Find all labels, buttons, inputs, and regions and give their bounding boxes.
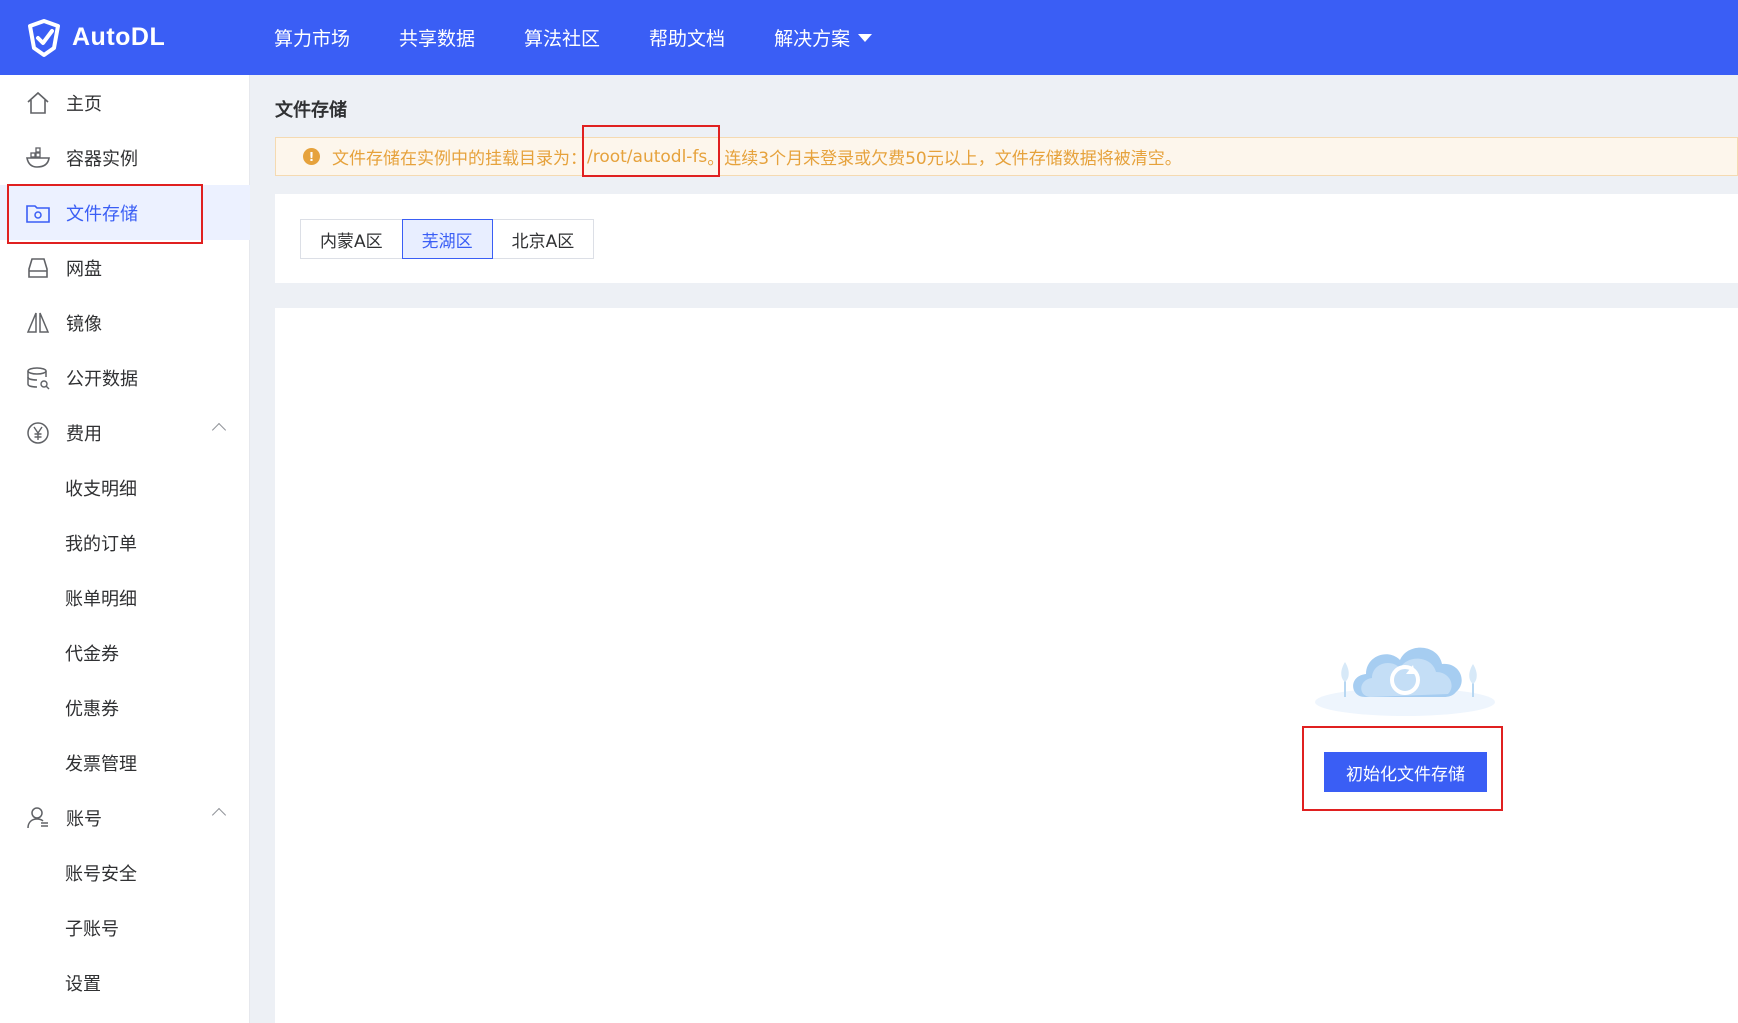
home-icon: [24, 89, 52, 117]
sidebar-item-transactions[interactable]: 收支明细: [0, 460, 250, 515]
alert-suffix: 。连续3个月未登录或欠费50元以上，文件存储数据将被清空。: [707, 149, 1182, 169]
page-title: 文件存储: [275, 100, 347, 121]
region-tab-wuhu[interactable]: 芜湖区: [401, 219, 493, 259]
sidebar-item-images[interactable]: 镜像: [0, 295, 250, 350]
sidebar-item-invoices[interactable]: 发票管理: [0, 735, 250, 790]
user-icon: [24, 804, 52, 832]
nav-help-docs[interactable]: 帮助文档: [649, 24, 725, 51]
init-file-storage-button[interactable]: 初始化文件存储: [1324, 752, 1487, 792]
region-panel: 内蒙A区 芜湖区 北京A区: [275, 194, 1738, 283]
region-tab-neimeng-a[interactable]: 内蒙A区: [300, 219, 403, 259]
sidebar-item-netdisk[interactable]: 网盘: [0, 240, 250, 295]
sidebar-item-home[interactable]: 主页: [0, 75, 250, 130]
alert-prefix: 文件存储在实例中的挂载目录为：: [332, 149, 587, 169]
chevron-up-icon[interactable]: [211, 422, 227, 438]
nav-compute-market[interactable]: 算力市场: [274, 24, 350, 51]
nav-solutions[interactable]: 解决方案: [774, 24, 873, 51]
warning-icon: !: [303, 148, 320, 165]
content-panel: [275, 308, 1738, 1023]
top-header: AutoDL 算力市场 共享数据 算法社区 帮助文档 解决方案: [0, 0, 1738, 75]
sidebar-item-account[interactable]: 账号: [0, 790, 250, 845]
sidebar-item-vouchers[interactable]: 代金券: [0, 625, 250, 680]
folder-settings-icon: [24, 199, 52, 227]
sidebar-item-account-security[interactable]: 账号安全: [0, 845, 250, 900]
sidebar-item-containers[interactable]: 容器实例: [0, 130, 250, 185]
database-icon: [24, 364, 52, 392]
sidebar-item-sub-accounts[interactable]: 子账号: [0, 900, 250, 955]
sidebar-item-orders[interactable]: 我的订单: [0, 515, 250, 570]
logo-text: AutoDL: [72, 23, 166, 51]
region-tab-beijing-a[interactable]: 北京A区: [491, 219, 595, 259]
sidebar-item-public-data[interactable]: 公开数据: [0, 350, 250, 405]
yen-icon: [24, 419, 52, 447]
logo[interactable]: AutoDL: [24, 18, 274, 58]
sidebar-item-settings[interactable]: 设置: [0, 955, 250, 1010]
sidebar-item-file-storage[interactable]: 文件存储: [0, 185, 250, 240]
sidebar-item-coupons[interactable]: 优惠券: [0, 680, 250, 735]
warning-alert: ! 文件存储在实例中的挂载目录为： /root/autodl-fs 。连续3个月…: [275, 137, 1738, 176]
sidebar: 主页 容器实例 文件存储 网盘 镜像 公开数据 费用 收支明细 我的订单 账单明…: [0, 75, 250, 1023]
mirror-icon: [24, 309, 52, 337]
mount-path: /root/autodl-fs: [587, 146, 708, 167]
nav-shared-data[interactable]: 共享数据: [399, 24, 475, 51]
sidebar-item-bills[interactable]: 账单明细: [0, 570, 250, 625]
autodl-logo-icon: [28, 18, 60, 57]
nav-algorithm-community[interactable]: 算法社区: [524, 24, 600, 51]
disk-icon: [24, 254, 52, 282]
top-nav: 算力市场 共享数据 算法社区 帮助文档 解决方案: [274, 24, 921, 51]
sidebar-item-billing[interactable]: 费用: [0, 405, 250, 460]
container-icon: [24, 144, 52, 172]
caret-down-icon: [858, 33, 873, 42]
cloud-sync-illustration-icon: [1315, 647, 1495, 716]
region-tabs: 内蒙A区 芜湖区 北京A区: [300, 219, 595, 259]
chevron-up-icon[interactable]: [211, 807, 227, 823]
